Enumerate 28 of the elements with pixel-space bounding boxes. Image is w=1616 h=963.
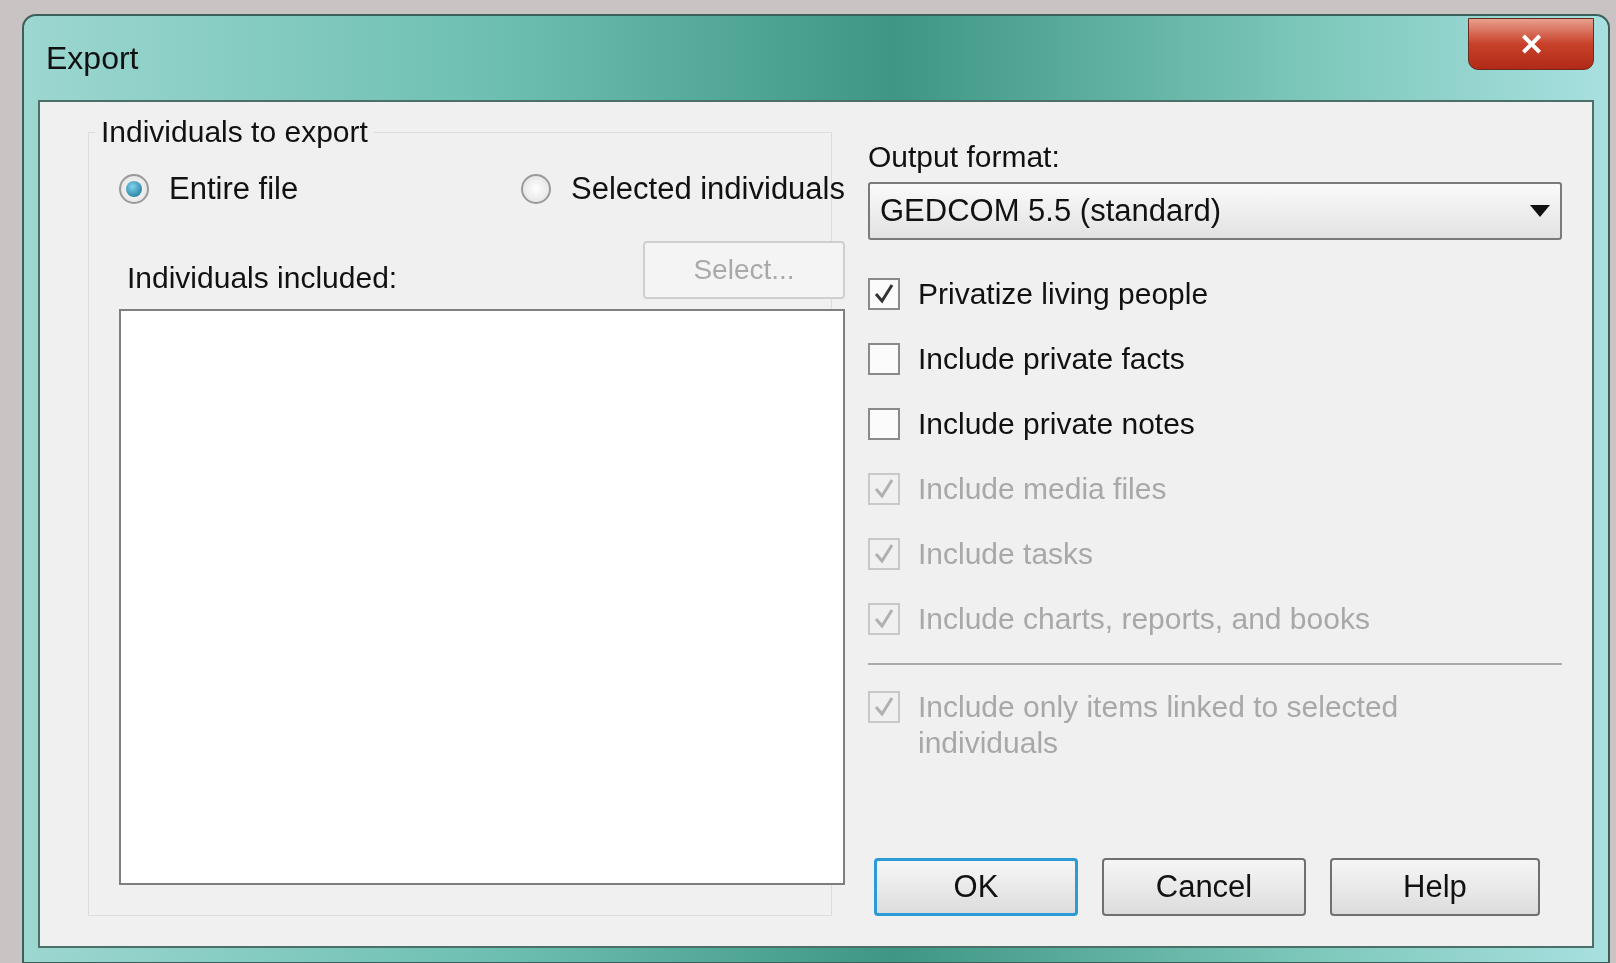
checkbox[interactable] [868,408,900,440]
close-button[interactable]: ✕ [1468,18,1594,70]
checkbox-label: Include private notes [918,406,1195,442]
radio-label: Entire file [169,171,299,207]
dropdown-arrow-icon [1530,205,1550,217]
checkbox-label: Include media files [918,471,1167,507]
dialog-button[interactable]: Cancel [1102,858,1306,916]
format-dropdown[interactable]: GEDCOM 5.5 (standard) [868,182,1562,240]
check-icon [872,607,896,631]
check-icon [872,282,896,306]
checkbox[interactable] [868,343,900,375]
checkbox[interactable] [868,278,900,310]
check-icon [872,477,896,501]
checkbox-label: Privatize living people [918,276,1209,312]
checkbox-label: Include only items linked to selected individuals [918,689,1400,761]
checkbox-label: Include tasks [918,536,1094,572]
radio-label: Selected individuals [571,171,845,207]
checkbox-label: Include charts, reports, and books [918,601,1370,637]
checkbox-label: Include private facts [918,341,1185,377]
radio-button[interactable] [119,174,149,204]
dialog-button[interactable]: Help [1330,858,1540,916]
check-icon [872,542,896,566]
radio-button[interactable] [521,174,551,204]
dialog-button[interactable]: OK [874,858,1078,916]
list-label: Individuals included: [127,261,398,296]
window-title: Export [45,39,139,77]
check-icon [872,695,896,719]
field-label: Output format: [868,140,1061,174]
